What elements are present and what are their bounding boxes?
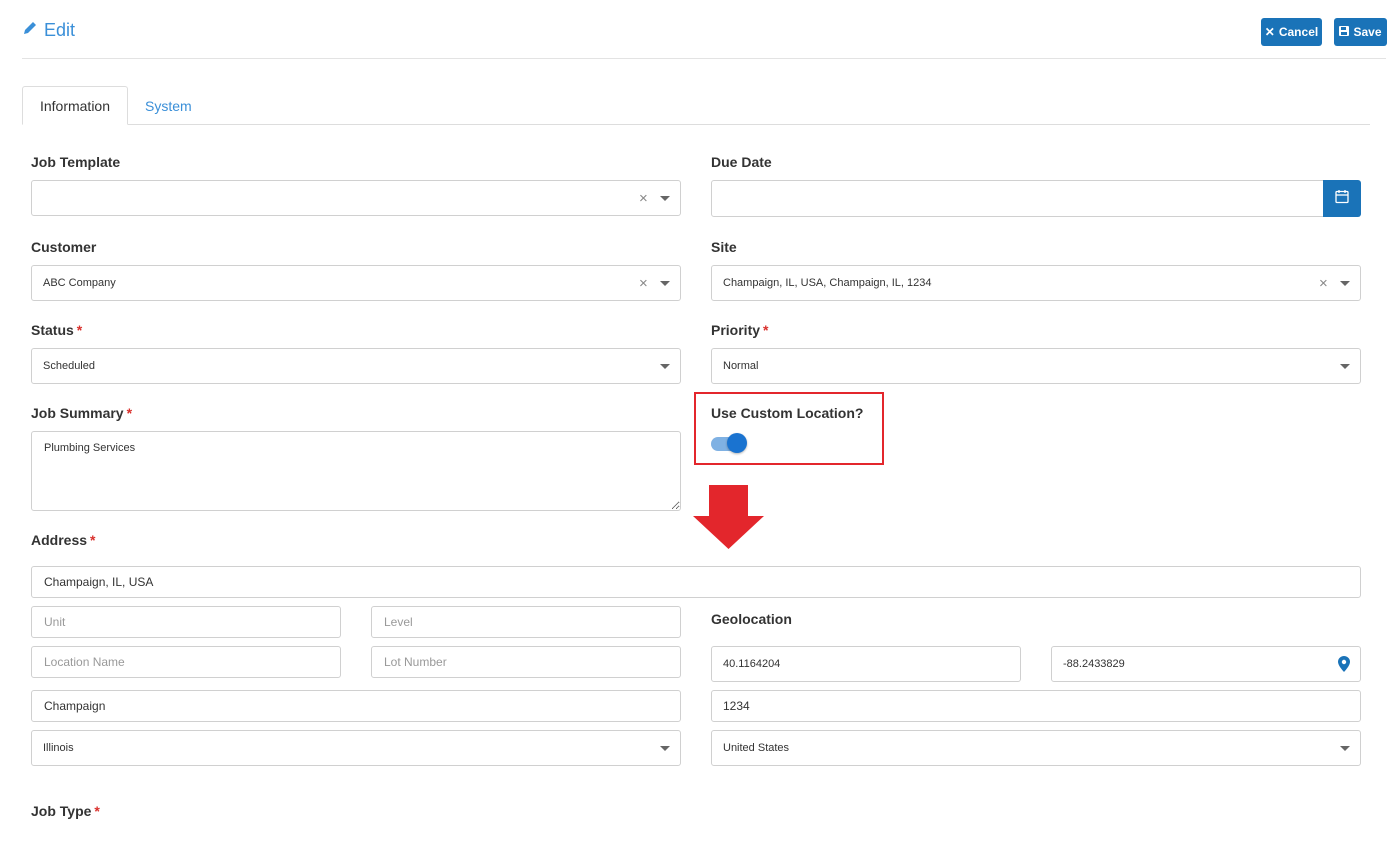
due-date-input[interactable] — [711, 180, 1325, 217]
job-summary-label: Job Summary * — [31, 405, 133, 421]
job-type-label: Job Type * — [31, 803, 100, 819]
chevron-down-icon — [1340, 746, 1350, 751]
map-pin-icon[interactable] — [1338, 656, 1350, 675]
job-template-select[interactable]: × — [31, 180, 681, 216]
customer-select[interactable]: ABC Company × — [31, 265, 681, 301]
required-marker: * — [90, 532, 96, 548]
close-icon: ✕ — [1264, 25, 1275, 39]
due-date-label: Due Date — [711, 154, 772, 170]
priority-select[interactable]: Normal — [711, 348, 1361, 384]
clear-icon[interactable]: × — [639, 276, 648, 291]
custom-location-label: Use Custom Location? — [711, 405, 864, 421]
cancel-button[interactable]: ✕ Cancel — [1261, 18, 1322, 46]
clear-icon[interactable]: × — [639, 191, 648, 206]
longitude-input[interactable]: -88.2433829 — [1051, 646, 1361, 682]
status-select[interactable]: Scheduled — [31, 348, 681, 384]
floppy-icon — [1339, 25, 1350, 39]
pencil-icon — [22, 20, 38, 41]
latitude-input[interactable]: 40.1164204 — [711, 646, 1021, 682]
location-name-input[interactable]: Location Name — [31, 646, 341, 678]
state-select[interactable]: Illinois — [31, 730, 681, 766]
address-label: Address * — [31, 532, 96, 548]
geolocation-label: Geolocation — [711, 611, 792, 627]
calendar-icon — [1335, 189, 1349, 209]
customer-label: Customer — [31, 239, 97, 255]
chevron-down-icon — [1340, 364, 1350, 369]
chevron-down-icon — [660, 196, 670, 201]
lot-number-input[interactable]: Lot Number — [371, 646, 681, 678]
required-marker: * — [76, 322, 83, 338]
level-input[interactable]: Level — [371, 606, 681, 638]
unit-input[interactable]: Unit — [31, 606, 341, 638]
chevron-down-icon — [660, 364, 670, 369]
site-label: Site — [711, 239, 737, 255]
site-select[interactable]: Champaign, IL, USA, Champaign, IL, 1234 … — [711, 265, 1361, 301]
postcode-input[interactable]: 1234 — [711, 690, 1361, 722]
tab-information[interactable]: Information — [22, 86, 128, 125]
clear-icon[interactable]: × — [1319, 276, 1328, 291]
required-marker: * — [126, 405, 133, 421]
country-select[interactable]: United States — [711, 730, 1361, 766]
status-label: Status * — [31, 322, 83, 338]
job-template-label: Job Template — [31, 154, 121, 170]
chevron-down-icon — [660, 746, 670, 751]
required-marker: * — [763, 322, 769, 338]
chevron-down-icon — [1340, 281, 1350, 286]
toggle-knob[interactable] — [727, 433, 747, 453]
tab-system[interactable]: System — [145, 98, 192, 114]
tab-bar-divider — [22, 124, 1370, 125]
required-marker: * — [94, 803, 100, 819]
address-line-input[interactable]: Champaign, IL, USA — [31, 566, 1361, 598]
highlight-box — [694, 392, 884, 465]
page-title: Edit — [44, 20, 76, 40]
save-button[interactable]: Save — [1334, 18, 1387, 46]
page-header: Edit — [22, 20, 75, 41]
chevron-down-icon — [660, 281, 670, 286]
calendar-button[interactable] — [1323, 180, 1361, 217]
down-arrow-icon — [692, 485, 765, 555]
job-summary-textarea[interactable]: Plumbing Services — [31, 431, 681, 511]
city-input[interactable]: Champaign — [31, 690, 681, 722]
header-divider — [22, 58, 1386, 59]
priority-label: Priority * — [711, 322, 769, 338]
